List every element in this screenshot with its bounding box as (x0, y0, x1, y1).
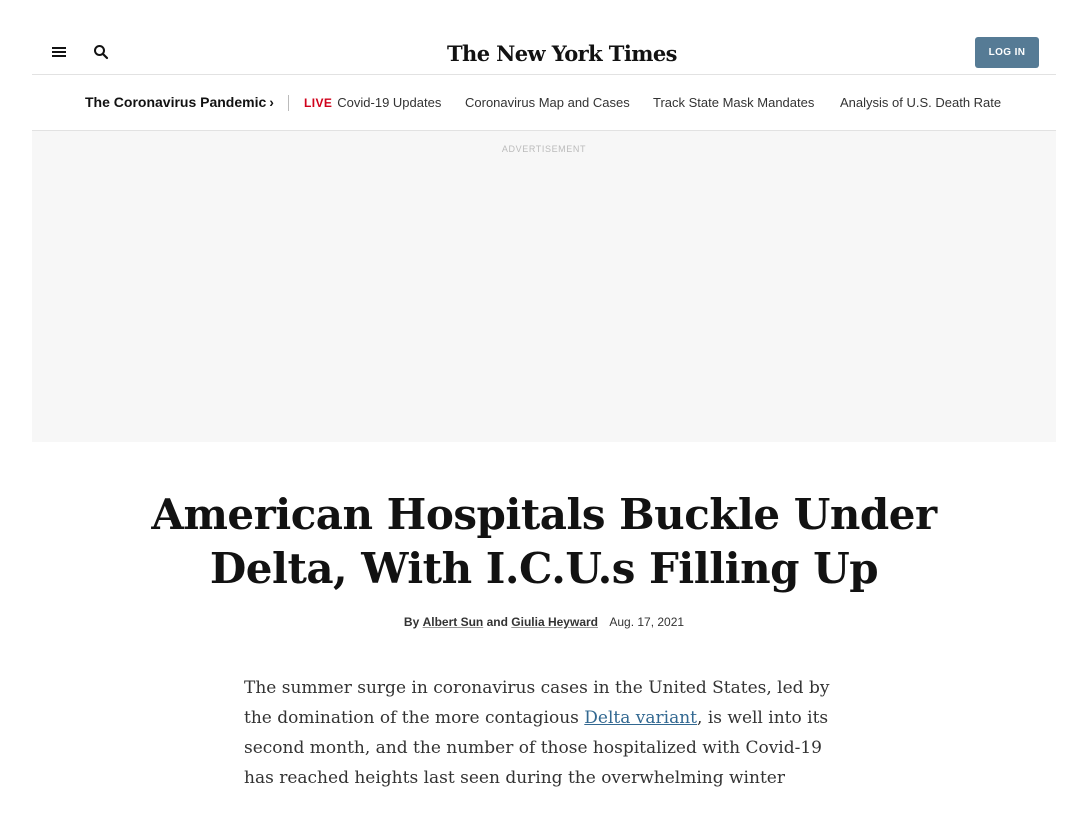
subnav-link-death-rate[interactable]: Analysis of U.S. Death Rate (840, 95, 1001, 110)
byline-by: By (403, 615, 420, 629)
article-paragraph: The summer surge in coronavirus cases in… (244, 673, 844, 793)
login-button[interactable]: LOG IN (975, 37, 1039, 68)
headline-line-1: American Hospitals Buckle Under (151, 490, 937, 539)
live-badge: LIVE (304, 96, 333, 110)
headline-line-2: Delta, With I.C.U.s Filling Up (209, 544, 879, 593)
chevron-right-icon: › (269, 94, 274, 110)
section-title-link[interactable]: The Coronavirus Pandemic › (85, 94, 274, 110)
author-link-2[interactable]: Giulia Heyward (511, 615, 598, 629)
subnav-link-covid-updates[interactable]: LIVE Covid-19 Updates (304, 95, 441, 110)
search-icon[interactable] (93, 44, 109, 60)
hamburger-menu-icon[interactable] (52, 46, 66, 58)
advertisement-slot[interactable]: ADVERTISEMENT (32, 131, 1056, 442)
subnav-divider (288, 95, 289, 111)
publish-date: Aug. 17, 2021 (609, 615, 685, 629)
section-subnav: The Coronavirus Pandemic › LIVE Covid-19 U… (32, 75, 1056, 131)
masthead: The New York Times LOG IN (32, 28, 1056, 75)
advertisement-label: ADVERTISEMENT (501, 144, 587, 154)
subnav-link-map-cases[interactable]: Coronavirus Map and Cases (465, 95, 630, 110)
article-headline: American Hospitals Buckle Under Delta, W… (124, 488, 964, 596)
nyt-logo[interactable]: The New York Times (447, 41, 677, 67)
byline: By Albert Sun and Giulia Heyward Aug. 17… (0, 615, 1088, 629)
delta-variant-link[interactable]: Delta variant (584, 708, 697, 728)
byline-and: and (486, 615, 508, 629)
author-link-1[interactable]: Albert Sun (423, 615, 484, 629)
section-title-label: The Coronavirus Pandemic (85, 94, 267, 110)
subnav-link-mask-mandates[interactable]: Track State Mask Mandates (653, 95, 814, 110)
subnav-link-label: Covid-19 Updates (337, 95, 442, 110)
